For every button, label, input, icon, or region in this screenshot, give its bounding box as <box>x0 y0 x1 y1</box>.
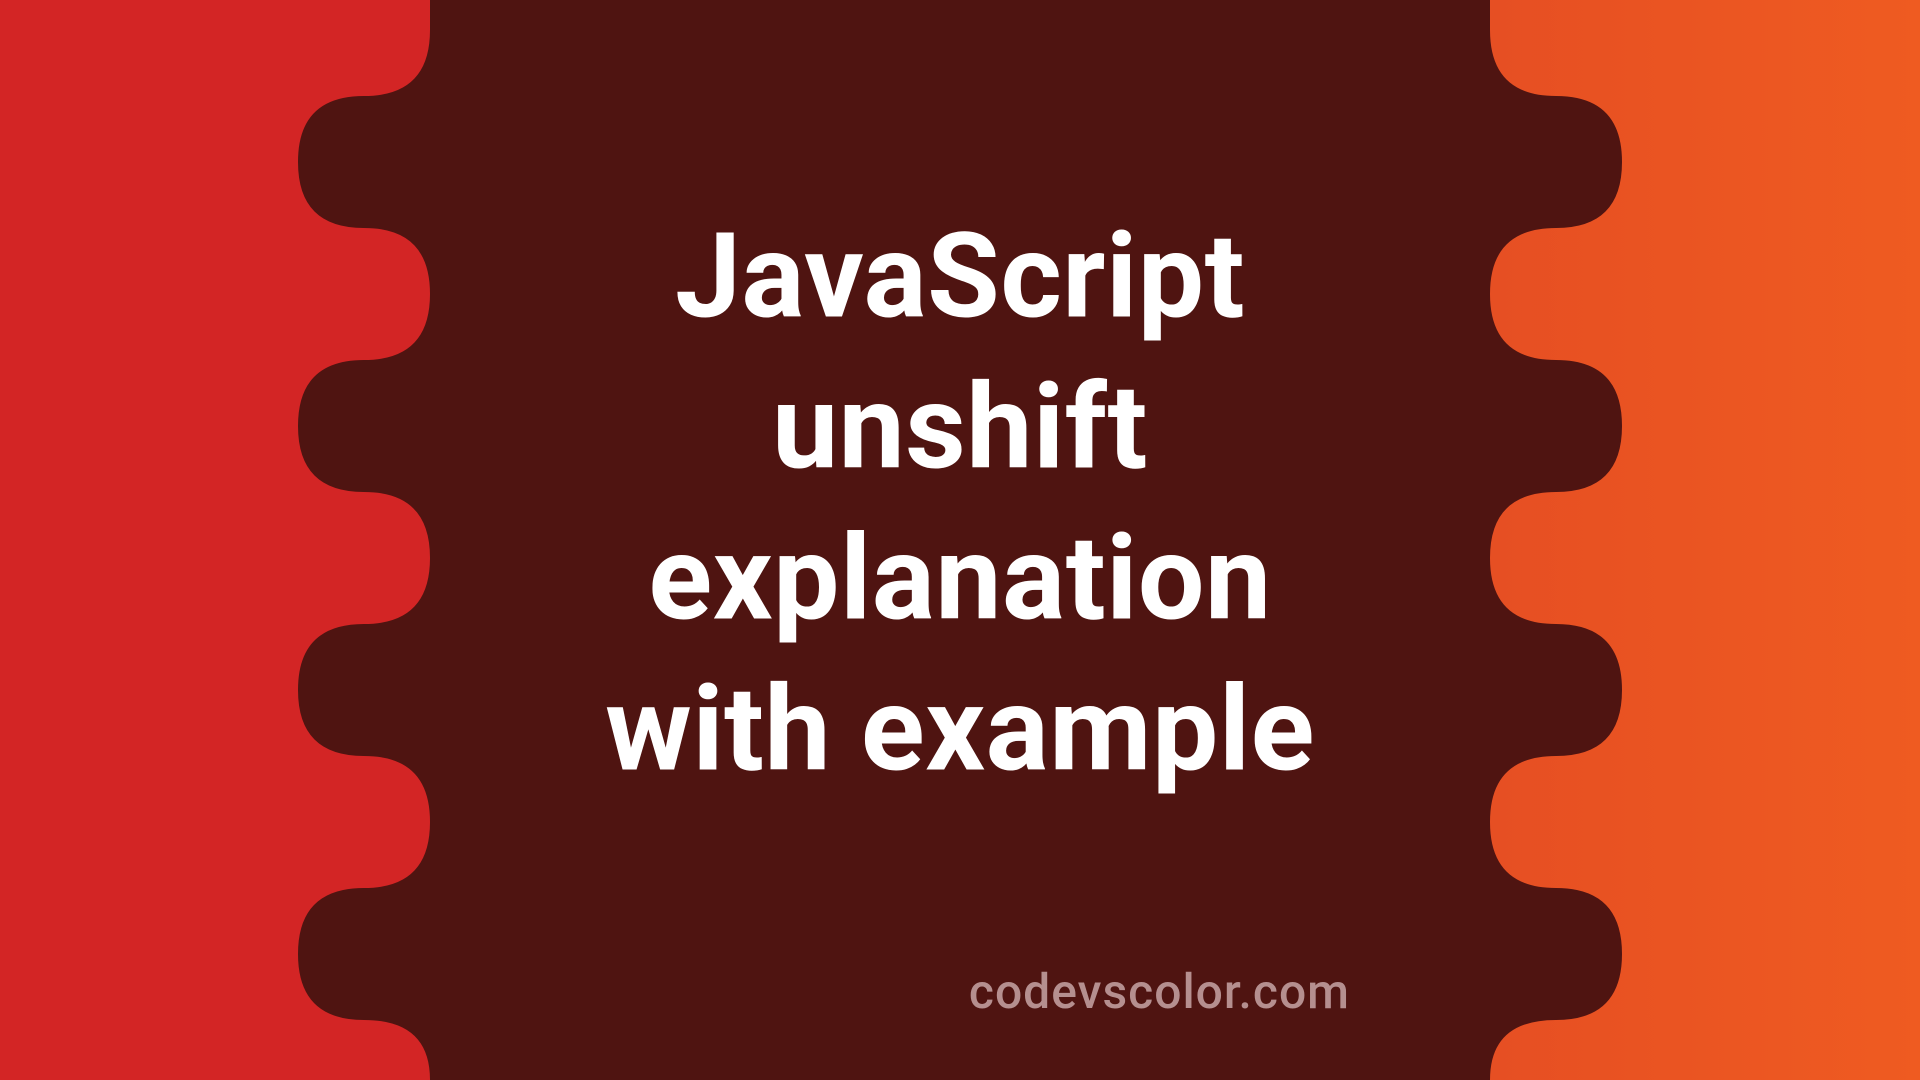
banner-title: JavaScript unshift explanation with exam… <box>605 202 1315 806</box>
banner-background: JavaScript unshift explanation with exam… <box>0 0 1920 1080</box>
watermark-text: codevscolor.com <box>969 963 1350 1020</box>
